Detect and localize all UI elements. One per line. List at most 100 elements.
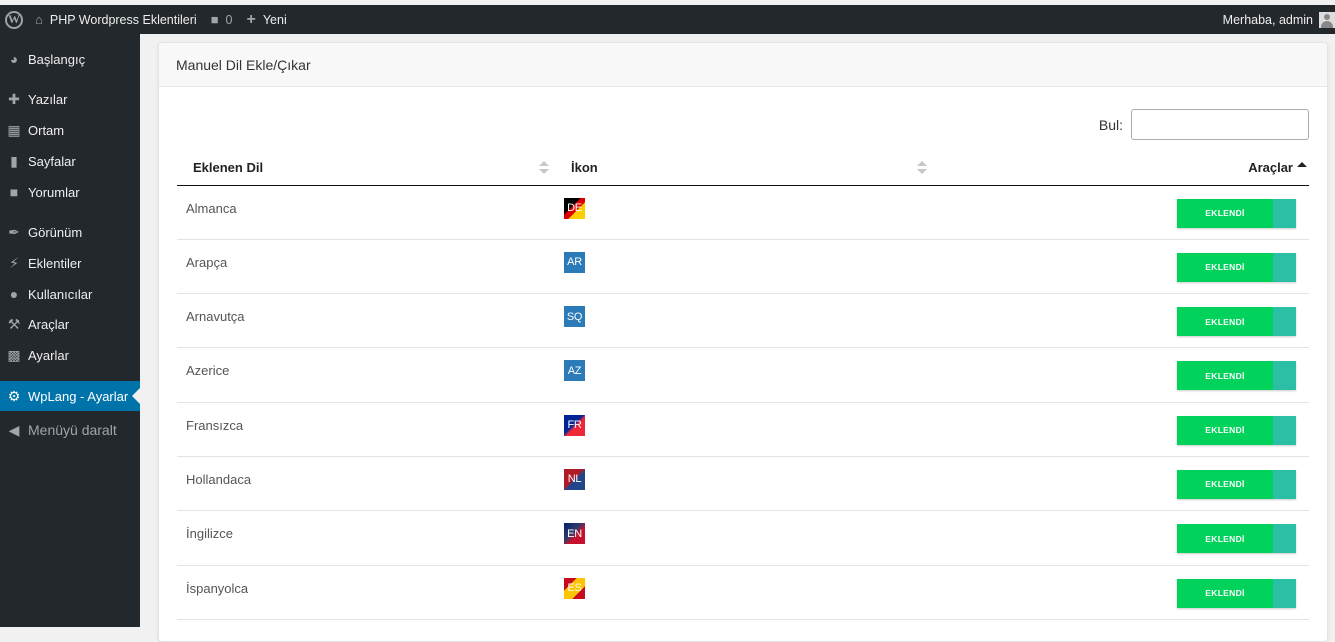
language-name: İspanyolca (177, 565, 555, 620)
new-content-link[interactable]: + Yeni (240, 5, 294, 34)
table-row: İngilizce EN EKLENDİ (177, 510, 1309, 566)
wordpress-logo-icon[interactable]: W (0, 5, 28, 34)
table-row: Azerice AZ EKLENDİ (177, 347, 1309, 403)
sidebar-item-label: WpLang - Ayarlar (28, 388, 129, 404)
sidebar-item-media[interactable]: ▦ Ortam (0, 115, 140, 145)
toggle-handle (1273, 198, 1296, 228)
language-name: Arnavutça (177, 293, 555, 349)
table-body: Almanca DE EKLENDİ Arapça AR EKLENDİ Arn… (177, 185, 1309, 620)
toggle-label: EKLENDİ (1177, 578, 1273, 608)
table-header-row: Eklenen Dil İkon Araçlar (177, 151, 1309, 186)
flag-cell: NL (555, 456, 933, 512)
flag-icon: SQ (564, 306, 585, 328)
flag-icon: FR (564, 414, 585, 436)
sidebar-item-label: Menüyü daralt (28, 422, 117, 438)
table-row: Arapça AR EKLENDİ (177, 239, 1309, 295)
toggle-handle (1273, 469, 1296, 499)
sidebar-item-plugins[interactable]: ⚡ Eklentiler (0, 248, 140, 278)
tools-cell: EKLENDİ (933, 347, 1309, 403)
toggle-label: EKLENDİ (1177, 198, 1273, 228)
language-table: Eklenen Dil İkon Araçlar Almanca DE EKLE… (177, 151, 1309, 620)
collapse-icon: ◀ (8, 421, 20, 438)
sidebar-item-label: Ortam (28, 122, 65, 138)
sidebar-item-settings[interactable]: ▩ Ayarlar (0, 340, 140, 370)
card-header: Manuel Dil Ekle/Çıkar (159, 43, 1327, 87)
column-header-icon[interactable]: İkon (555, 151, 933, 186)
account-menu[interactable]: Merhaba, admin (1216, 5, 1335, 34)
column-header-language[interactable]: Eklenen Dil (177, 151, 555, 186)
added-toggle[interactable]: EKLENDİ (1177, 469, 1296, 499)
media-icon: ▦ (7, 121, 21, 138)
column-header-label: Araçlar (1248, 160, 1293, 176)
comments-link[interactable]: ■ 0 (204, 5, 240, 34)
flag-cell: AZ (555, 347, 933, 403)
sidebar-item-label: Başlangıç (28, 51, 86, 67)
language-name: Almanca (177, 185, 555, 240)
added-toggle[interactable]: EKLENDİ (1177, 361, 1296, 391)
language-name: İngilizce (177, 510, 555, 566)
column-header-label: İkon (571, 160, 598, 176)
flag-cell: ES (555, 565, 933, 620)
home-icon: ⌂ (35, 12, 43, 27)
sidebar-item-posts[interactable]: ✚ Yazılar (0, 84, 140, 114)
table-row: İspanyolca ES EKLENDİ (177, 565, 1309, 620)
sidebar-item-label: Sayfalar (28, 153, 76, 169)
comment-icon: ■ (9, 184, 19, 200)
added-toggle[interactable]: EKLENDİ (1177, 415, 1296, 445)
sidebar-item-wplang-settings[interactable]: ⚙ WpLang - Ayarlar (0, 381, 140, 411)
toggle-handle (1273, 307, 1296, 337)
sidebar-item-dashboard[interactable]: ◕ Başlangıç (0, 44, 140, 74)
site-name-link[interactable]: ⌂ PHP Wordpress Eklentileri (28, 5, 204, 34)
avatar (1319, 11, 1335, 28)
table-row: Fransızca FR EKLENDİ (177, 402, 1309, 457)
settings-icon: ▩ (7, 346, 21, 363)
greeting: Merhaba, admin (1222, 12, 1313, 27)
pages-icon: ▮ (10, 152, 18, 169)
flag-cell: AR (555, 239, 933, 295)
sidebar-item-label: Ayarlar (28, 347, 69, 363)
sidebar-item-pages[interactable]: ▮ Sayfalar (0, 146, 140, 176)
toggle-handle (1273, 252, 1296, 282)
toggle-label: EKLENDİ (1177, 361, 1273, 391)
tools-cell: EKLENDİ (933, 293, 1309, 349)
wrench-icon: ⚒ (7, 315, 21, 332)
plus-icon: + (246, 10, 256, 28)
sort-ascending-icon (1297, 162, 1307, 167)
sidebar-item-label: Araçlar (28, 316, 70, 332)
flag-icon: ES (564, 577, 585, 599)
site-name: PHP Wordpress Eklentileri (49, 12, 197, 27)
admin-sidebar: ◕ Başlangıç ✚ Yazılar ▦ Ortam ▮ Sayfalar… (0, 34, 140, 627)
search-input[interactable] (1131, 109, 1309, 140)
admin-bar: W ⌂ PHP Wordpress Eklentileri ■ 0 + Yeni… (0, 5, 1335, 34)
brush-icon: ✒ (8, 223, 20, 240)
flag-icon: DE (564, 197, 585, 219)
collapse-menu-button[interactable]: ◀ Menüyü daralt (0, 415, 140, 445)
sidebar-item-comments[interactable]: ■ Yorumlar (0, 177, 140, 207)
flag-icon: AR (564, 251, 585, 273)
table-row: Hollandaca NL EKLENDİ (177, 456, 1309, 512)
sidebar-item-appearance[interactable]: ✒ Görünüm (0, 217, 140, 247)
flag-cell: DE (555, 185, 933, 240)
language-name: Fransızca (177, 402, 555, 457)
user-icon: ● (9, 286, 19, 302)
tools-cell: EKLENDİ (933, 239, 1309, 295)
added-toggle[interactable]: EKLENDİ (1177, 198, 1296, 228)
sidebar-item-label: Görünüm (28, 224, 83, 240)
search-row: Bul: (159, 109, 1309, 140)
toggle-label: EKLENDİ (1177, 524, 1273, 554)
added-toggle[interactable]: EKLENDİ (1177, 252, 1296, 282)
added-toggle[interactable]: EKLENDİ (1177, 524, 1296, 554)
sidebar-item-users[interactable]: ● Kullanıcılar (0, 279, 140, 309)
comment-bubble-icon: ■ (210, 12, 219, 27)
column-header-label: Eklenen Dil (193, 160, 264, 176)
language-name: Azerice (177, 347, 555, 403)
tools-cell: EKLENDİ (933, 402, 1309, 457)
sidebar-item-label: Kullanıcılar (28, 286, 93, 302)
sidebar-item-tools[interactable]: ⚒ Araçlar (0, 309, 140, 339)
flag-cell: FR (555, 402, 933, 457)
added-toggle[interactable]: EKLENDİ (1177, 578, 1296, 608)
toggle-handle (1273, 361, 1296, 391)
added-toggle[interactable]: EKLENDİ (1177, 307, 1296, 337)
column-header-tools[interactable]: Araçlar (933, 151, 1309, 186)
sidebar-item-label: Eklentiler (28, 255, 82, 271)
